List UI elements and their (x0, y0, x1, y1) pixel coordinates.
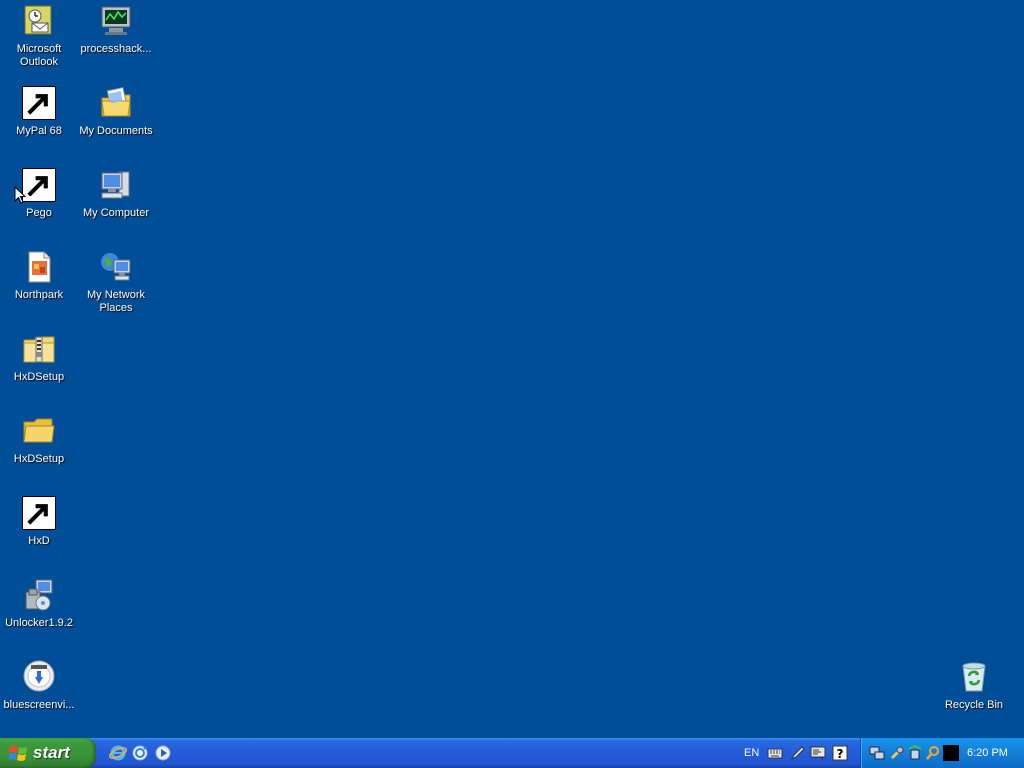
network-places-icon (99, 250, 133, 284)
desktop-icon-bluescreenview[interactable]: bluescreenvi... (0, 660, 78, 712)
pego-icon (22, 168, 56, 202)
desktop-icon-mypal[interactable]: MyPal 68 (0, 86, 78, 138)
mouse-cursor-icon (14, 186, 26, 204)
northpark-icon (22, 250, 56, 284)
tool-icon[interactable] (889, 745, 905, 761)
desktop-icon-label: Unlocker1.9.2 (5, 617, 73, 629)
desktop-icon-label: Pego (26, 207, 52, 219)
start-label: start (33, 743, 70, 762)
desktop-icon-label: My Network Places (86, 289, 146, 314)
start-button[interactable]: start (0, 738, 96, 768)
process-hacker-icon (99, 4, 133, 38)
desktop-icon-processhacker[interactable]: processhack... (77, 4, 155, 56)
desktop-icon-hxdsetup-zip[interactable]: HxDSetup (0, 332, 78, 384)
desktop-icon-my-network-places[interactable]: My Network Places (77, 250, 155, 315)
my-computer-icon (99, 168, 133, 202)
bluescreenview-icon (22, 660, 56, 694)
desktop-icon-recycle-bin[interactable]: Recycle Bin (935, 660, 1013, 712)
clock[interactable]: 6:20 PM (967, 747, 1008, 759)
pen-icon[interactable] (790, 745, 806, 761)
shortcut-arrow-icon (22, 496, 56, 530)
installer-icon (22, 578, 56, 612)
zip-folder-icon (22, 332, 56, 366)
desktop-icon-label: bluescreenvi... (3, 699, 75, 711)
desktop-icon-label: My Documents (79, 125, 153, 137)
desktop-icon-label: Northpark (14, 289, 64, 301)
internet-explorer-icon[interactable] (108, 743, 128, 763)
language-bar-icon[interactable] (810, 745, 826, 761)
desktop-icon-my-documents[interactable]: My Documents (77, 86, 155, 138)
outlook-express-icon[interactable] (130, 743, 150, 763)
desktop-icon-unlocker[interactable]: Unlocker1.9.2 (0, 578, 78, 630)
desktop[interactable]: Microsoft Outlook processhack... MyPal 6… (0, 0, 1024, 738)
desktop-icon-label: HxDSetup (13, 453, 65, 465)
recycle-bin-icon (957, 660, 991, 694)
desktop-icon-hxd[interactable]: HD HxD (0, 496, 78, 548)
keyboard-icon[interactable] (767, 745, 783, 761)
desktop-icon-label: Recycle Bin (944, 699, 1004, 711)
network-icon[interactable] (869, 745, 885, 761)
desktop-icon-northpark[interactable]: Northpark (0, 250, 78, 302)
desktop-icon-my-computer[interactable]: My Computer (77, 168, 155, 220)
desktop-icon-hxdsetup-folder[interactable]: HxDSetup (0, 414, 78, 466)
system-tray: 6:20 PM (860, 738, 1024, 768)
shortcut-arrow-icon (22, 168, 56, 202)
desktop-icon-label: Microsoft Outlook (16, 43, 62, 68)
mypal-icon (22, 86, 56, 120)
folder-icon (22, 414, 56, 448)
help-icon[interactable]: ? (832, 745, 848, 761)
desktop-icon-microsoft-outlook[interactable]: Microsoft Outlook (0, 4, 78, 69)
hxd-icon: HD (22, 496, 56, 530)
taskbar: start EN ? 6:20 PM (0, 738, 1024, 768)
desktop-icon-pego[interactable]: Pego (0, 168, 78, 220)
desktop-icon-label: HxD (28, 535, 50, 547)
windows-logo-icon (9, 746, 27, 761)
safely-remove-icon[interactable] (907, 745, 923, 761)
desktop-icon-label: MyPal 68 (16, 125, 62, 137)
desktop-icon-label: My Computer (82, 207, 150, 219)
svg-text:?: ? (837, 747, 844, 761)
language-indicator[interactable]: EN (744, 747, 759, 759)
search-icon[interactable] (925, 745, 941, 761)
desktop-icon-label: processhack... (80, 43, 152, 55)
desktop-icon-label: HxDSetup (13, 371, 65, 383)
media-player-icon[interactable] (153, 743, 173, 763)
my-documents-icon (99, 86, 133, 120)
console-icon[interactable] (943, 745, 959, 761)
outlook-icon (22, 4, 56, 38)
shortcut-arrow-icon (22, 86, 56, 120)
